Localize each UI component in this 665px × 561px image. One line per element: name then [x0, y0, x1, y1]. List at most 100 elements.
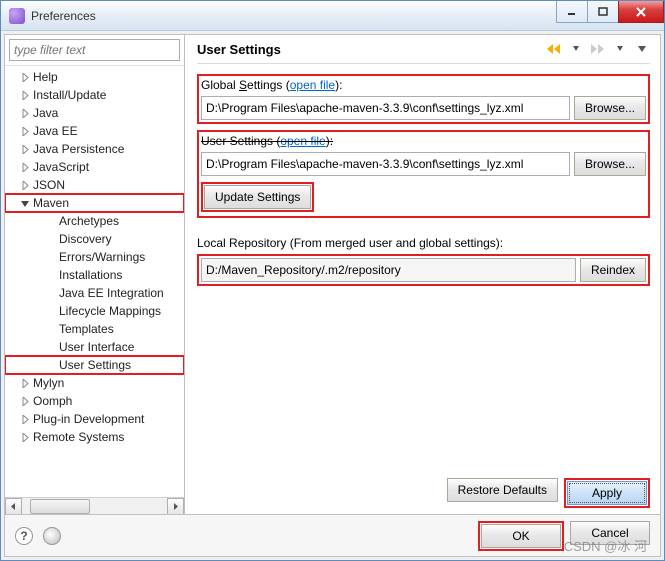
ok-button[interactable]: OK: [481, 524, 561, 548]
tree-item-java-persistence[interactable]: Java Persistence: [5, 140, 184, 158]
preferences-window: Preferences Help Install/Update Java Java E…: [0, 0, 665, 561]
tree-item-lifecycle-mappings[interactable]: Lifecycle Mappings: [5, 302, 184, 320]
scrollbar-thumb[interactable]: [30, 499, 90, 514]
expand-arrow-icon[interactable]: [19, 179, 31, 191]
expand-arrow-icon[interactable]: [19, 161, 31, 173]
tree-item-java[interactable]: Java: [5, 104, 184, 122]
close-button[interactable]: [618, 1, 664, 23]
tree-item-label: Archetypes: [59, 214, 119, 228]
forward-icon[interactable]: [590, 41, 606, 57]
expand-arrow-icon: [45, 305, 57, 317]
expand-arrow-icon: [45, 323, 57, 335]
tree-item-javascript[interactable]: JavaScript: [5, 158, 184, 176]
maximize-button[interactable]: [587, 1, 619, 23]
expand-arrow-icon[interactable]: [19, 125, 31, 137]
sidebar: Help Install/Update Java Java EE Java Persis…: [5, 35, 185, 514]
titlebar[interactable]: Preferences: [1, 1, 664, 31]
tree-item-label: Errors/Warnings: [59, 250, 145, 264]
tree-item-mylyn[interactable]: Mylyn: [5, 374, 184, 392]
apply-button[interactable]: Apply: [567, 481, 647, 505]
global-settings-label: Global Settings (open file):: [201, 78, 646, 92]
tree-item-plug-in-development[interactable]: Plug-in Development: [5, 410, 184, 428]
tree-item-label: Installations: [59, 268, 122, 282]
expand-arrow-icon: [45, 341, 57, 353]
window-title: Preferences: [31, 9, 557, 23]
user-settings-input[interactable]: [201, 152, 570, 176]
tree-item-errors-warnings[interactable]: Errors/Warnings: [5, 248, 184, 266]
tree-item-java-ee[interactable]: Java EE: [5, 122, 184, 140]
cancel-button[interactable]: Cancel: [570, 521, 650, 545]
tree-item-label: Java: [33, 106, 58, 120]
expand-arrow-icon: [45, 269, 57, 281]
tree-item-label: JavaScript: [33, 160, 89, 174]
tree-item-user-interface[interactable]: User Interface: [5, 338, 184, 356]
tree-item-label: Discovery: [59, 232, 112, 246]
tree-item-user-settings[interactable]: User Settings: [5, 356, 184, 374]
user-open-file-link[interactable]: open file: [280, 134, 325, 148]
expand-arrow-icon[interactable]: [19, 143, 31, 155]
expand-arrow-icon[interactable]: [19, 89, 31, 101]
expand-arrow-icon[interactable]: [19, 197, 31, 209]
expand-arrow-icon: [45, 287, 57, 299]
tree-item-archetypes[interactable]: Archetypes: [5, 212, 184, 230]
forward-menu-icon[interactable]: [612, 41, 628, 57]
local-repo-input[interactable]: [201, 258, 576, 282]
tree-item-label: User Settings: [59, 358, 131, 372]
tree-item-label: Help: [33, 70, 58, 84]
tree-item-label: Java Persistence: [33, 142, 124, 156]
tree-item-install-update[interactable]: Install/Update: [5, 86, 184, 104]
tree-item-templates[interactable]: Templates: [5, 320, 184, 338]
expand-arrow-icon: [45, 359, 57, 371]
expand-arrow-icon[interactable]: [19, 107, 31, 119]
global-browse-button[interactable]: Browse...: [574, 96, 646, 120]
tree-item-help[interactable]: Help: [5, 68, 184, 86]
tree-item-label: Lifecycle Mappings: [59, 304, 161, 318]
tree-item-label: Maven: [33, 196, 69, 210]
tree-item-label: Install/Update: [33, 88, 106, 102]
filter-input[interactable]: [9, 39, 180, 61]
expand-arrow-icon: [45, 251, 57, 263]
user-browse-button[interactable]: Browse...: [574, 152, 646, 176]
tree-item-label: User Interface: [59, 340, 134, 354]
user-settings-label: User Settings (open file):: [201, 134, 646, 148]
expand-arrow-icon[interactable]: [19, 413, 31, 425]
tree-item-java-ee-integration[interactable]: Java EE Integration: [5, 284, 184, 302]
settings-panel: User Settings Global Settings (open file…: [185, 35, 660, 514]
expand-arrow-icon: [45, 233, 57, 245]
preferences-tree[interactable]: Help Install/Update Java Java EE Java Persis…: [5, 65, 184, 497]
back-icon[interactable]: [546, 41, 562, 57]
reindex-button[interactable]: Reindex: [580, 258, 646, 282]
global-settings-redbox: Global Settings (open file): Browse...: [197, 74, 650, 124]
minimize-button[interactable]: [556, 1, 588, 23]
view-menu-icon[interactable]: [634, 41, 650, 57]
tree-hscrollbar[interactable]: [5, 497, 184, 514]
global-open-file-link[interactable]: open file: [290, 78, 335, 92]
update-settings-button[interactable]: Update Settings: [204, 185, 311, 209]
help-icon[interactable]: ?: [15, 527, 33, 545]
local-repo-label: Local Repository (From merged user and g…: [197, 236, 650, 250]
tree-item-discovery[interactable]: Discovery: [5, 230, 184, 248]
back-menu-icon[interactable]: [568, 41, 584, 57]
tree-item-label: JSON: [33, 178, 65, 192]
tree-item-label: Oomph: [33, 394, 72, 408]
tree-item-label: Remote Systems: [33, 430, 124, 444]
tree-item-maven[interactable]: Maven: [5, 194, 184, 212]
tree-item-label: Mylyn: [33, 376, 64, 390]
tree-item-label: Java EE Integration: [59, 286, 164, 300]
tree-item-oomph[interactable]: Oomph: [5, 392, 184, 410]
expand-arrow-icon[interactable]: [19, 431, 31, 443]
tree-item-json[interactable]: JSON: [5, 176, 184, 194]
progress-icon[interactable]: [43, 527, 61, 545]
expand-arrow-icon[interactable]: [19, 377, 31, 389]
restore-defaults-button[interactable]: Restore Defaults: [447, 478, 558, 502]
tree-item-label: Templates: [59, 322, 114, 336]
tree-item-remote-systems[interactable]: Remote Systems: [5, 428, 184, 446]
global-settings-input[interactable]: [201, 96, 570, 120]
expand-arrow-icon[interactable]: [19, 395, 31, 407]
tree-item-installations[interactable]: Installations: [5, 266, 184, 284]
expand-arrow-icon[interactable]: [19, 71, 31, 83]
scroll-right-button[interactable]: [167, 498, 184, 515]
app-icon: [9, 8, 25, 24]
tree-item-label: Java EE: [33, 124, 78, 138]
scroll-left-button[interactable]: [5, 498, 22, 515]
